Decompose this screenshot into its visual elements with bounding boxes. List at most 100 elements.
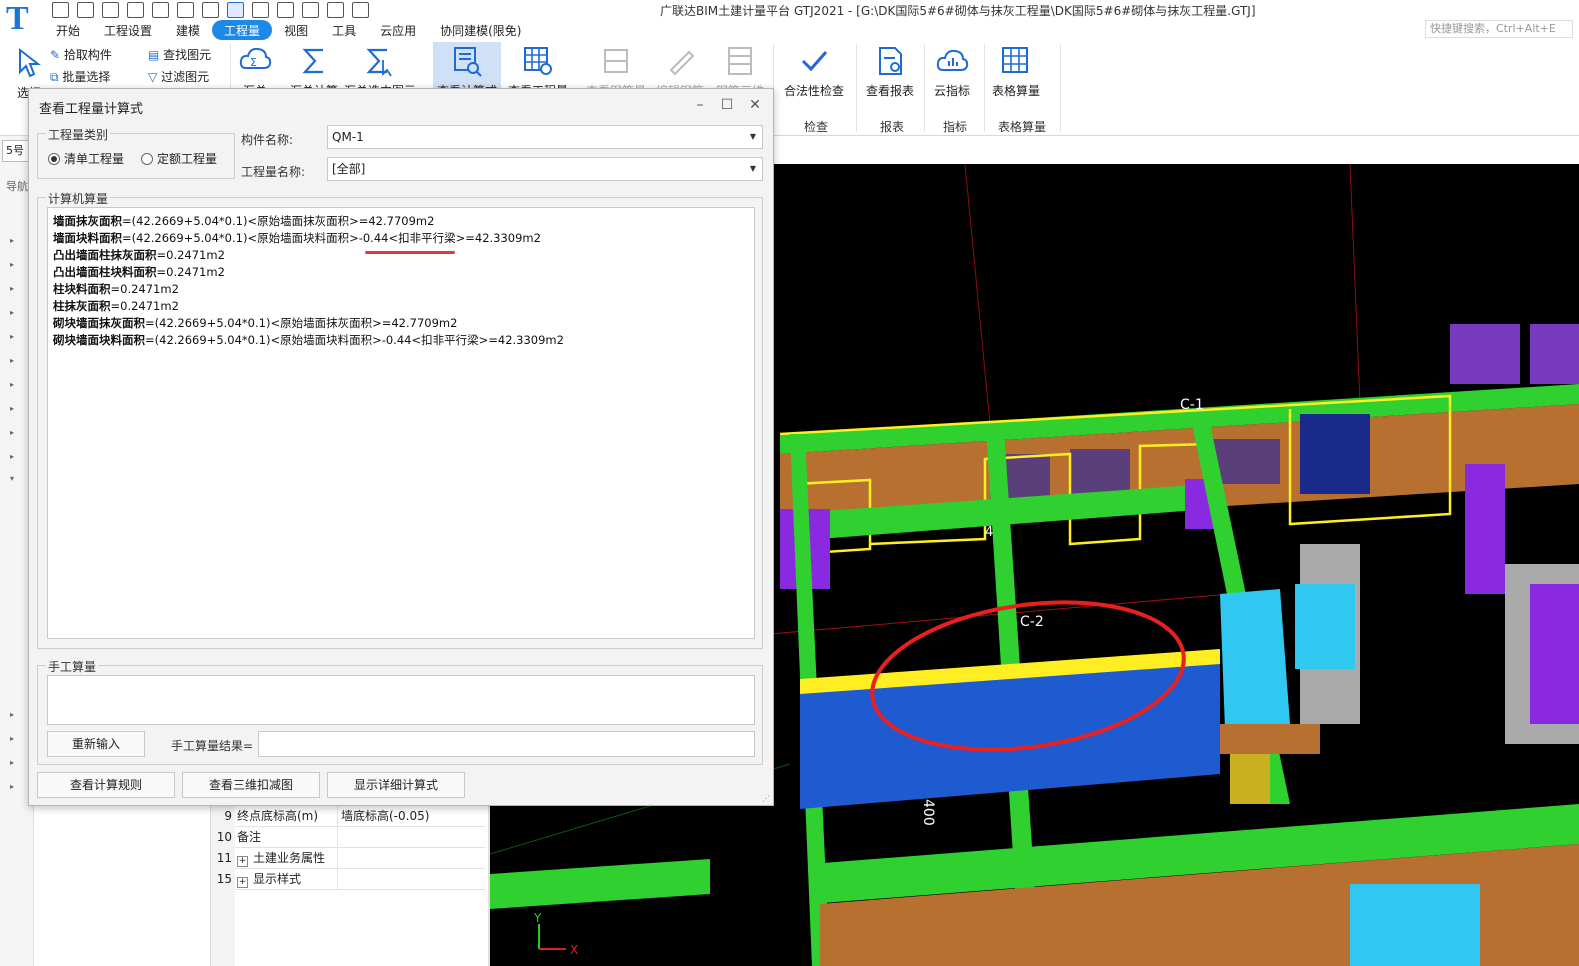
sigma-cursor-icon (366, 48, 392, 77)
menu-start[interactable]: 开始 (44, 20, 92, 40)
tree-expand-icon[interactable]: ▸ (10, 452, 14, 461)
tree-expand-icon[interactable]: ▸ (10, 404, 14, 413)
menu-quantity[interactable]: 工程量 (212, 20, 273, 40)
radio-selected-icon (48, 153, 60, 165)
grid-icon[interactable] (252, 2, 269, 18)
menu-collab[interactable]: 协同建模(限免) (428, 20, 533, 40)
tree-expand-icon[interactable]: ▸ (10, 236, 14, 245)
manual-result-field[interactable] (258, 731, 755, 757)
find-element-button[interactable]: ▤ 查找图元 (148, 46, 211, 63)
menu-project-settings[interactable]: 工程设置 (92, 20, 164, 40)
resize-grip-icon[interactable]: ⋰ (762, 794, 770, 803)
tree-expand-icon[interactable]: ▸ (10, 284, 14, 293)
maximize-icon[interactable]: ☐ (717, 95, 737, 115)
axis-x-label: X (570, 943, 578, 957)
tree-expand-icon[interactable]: ▸ (10, 758, 14, 767)
group-label-check: 检查 (804, 120, 829, 134)
menu-modeling[interactable]: 建模 (164, 20, 212, 40)
app-logo: T (6, 0, 29, 37)
cloud-sum-icon: Σ (239, 47, 272, 69)
open-folder-icon[interactable] (102, 2, 119, 18)
title-bar: T 广联达BIM土建计量平台 GTJ2021 - [G:\DK国际5#6#砌体与… (0, 0, 1579, 40)
sigma-icon (302, 48, 323, 74)
show-detail-formula-button[interactable]: 显示详细计算式 (327, 772, 465, 798)
edit-icon[interactable] (302, 2, 319, 18)
menu-tools[interactable]: 工具 (320, 20, 368, 40)
minimize-icon[interactable]: – (690, 95, 710, 115)
view-report-button[interactable]: 查看报表 (866, 44, 914, 99)
quantity-name-select[interactable]: [全部] ▼ (327, 157, 763, 181)
tree-expand-icon[interactable]: ▸ (10, 428, 14, 437)
calc-line: 砌块墙面块料面积=(42.2669+5.04*0.1)<原始墙面块料面积>-0.… (53, 333, 564, 347)
upload-icon[interactable] (52, 2, 69, 18)
tree-expand-icon[interactable]: ▸ (10, 782, 14, 791)
radio-unselected-icon (141, 153, 153, 165)
axis-y-label: Y (533, 911, 542, 925)
component-name-label: 构件名称: (241, 133, 294, 147)
formula-view-icon (454, 47, 482, 77)
close-icon[interactable]: ✕ (745, 95, 765, 115)
sum-icon[interactable] (202, 2, 219, 18)
view-calc-rules-button[interactable]: 查看计算规则 (37, 772, 175, 798)
legality-check-button[interactable]: 合法性检查 (784, 44, 844, 99)
table-row[interactable]: 10 备注 (211, 827, 485, 848)
calc-formula-icon[interactable] (227, 2, 244, 18)
radio-list-quantity[interactable]: 清单工程量 (48, 150, 124, 167)
expand-plus-icon[interactable]: + (237, 856, 248, 867)
expand-plus-icon[interactable]: + (237, 877, 248, 888)
menu-view[interactable]: 视图 (272, 20, 320, 40)
pen-icon (669, 50, 695, 76)
rebar-icon[interactable] (327, 2, 344, 18)
pick-icon: ✎ (50, 48, 61, 62)
calc-line: 柱抹灰面积=0.2471m2 (53, 299, 179, 313)
quick-access-toolbar (52, 2, 369, 18)
calc-line: 墙面抹灰面积=(42.2669+5.04*0.1)<原始墙面抹灰面积>=42.7… (53, 214, 435, 228)
pick-component-button[interactable]: ✎ 拾取构件 (50, 46, 112, 63)
quick-search-input[interactable]: 快捷键搜索，Ctrl+Alt+E (1425, 20, 1573, 38)
menu-cloud[interactable]: 云应用 (368, 20, 428, 40)
undo-icon[interactable] (152, 2, 169, 18)
ribbon-separator (984, 44, 985, 132)
annotation-underline (365, 251, 455, 254)
axis-label-c2: C-2 (1020, 614, 1044, 630)
tree-expand-icon[interactable]: ▸ (10, 260, 14, 269)
cloud-indicator-button[interactable]: 云指标 (934, 44, 970, 99)
radio-quota-quantity[interactable]: 定额工程量 (141, 150, 217, 167)
table-search-icon (524, 47, 552, 75)
dialog-title: 查看工程量计算式 (39, 102, 144, 117)
group-label-report: 报表 (880, 120, 905, 134)
manual-calc-input[interactable] (47, 675, 755, 725)
table-edit-icon (1002, 47, 1028, 73)
save-icon[interactable] (127, 2, 144, 18)
tree-collapse-icon[interactable]: ▾ (10, 474, 14, 483)
tree-expand-icon[interactable]: ▸ (10, 710, 14, 719)
tree-expand-icon[interactable]: ▸ (10, 380, 14, 389)
tree-expand-icon[interactable]: ▸ (10, 332, 14, 341)
calc-line: 凸出墙面柱抹灰面积=0.2471m2 (53, 248, 225, 262)
component-name-select[interactable]: QM-1 ▼ (327, 125, 763, 149)
tree-expand-icon[interactable]: ▸ (10, 308, 14, 317)
calc-line: 凸出墙面柱块料面积=0.2471m2 (53, 265, 225, 279)
new-file-icon[interactable] (77, 2, 94, 18)
redo-icon[interactable] (177, 2, 194, 18)
grid-alt-icon[interactable] (277, 2, 294, 18)
batch-select-button[interactable]: ⧉ 批量选择 (50, 68, 110, 85)
calc-formula-text-area[interactable]: 墙面抹灰面积=(42.2669+5.04*0.1)<原始墙面抹灰面积>=42.7… (47, 207, 755, 639)
filter-icon: ▽ (148, 70, 158, 84)
menu-bar: 开始 工程设置 建模 工程量 视图 工具 云应用 协同建模(限免) (44, 20, 533, 40)
nav-label: 导航 (6, 180, 28, 193)
table-calc-button[interactable]: 表格算量 (992, 44, 1040, 99)
table-row[interactable]: 15 + 显示样式 (211, 869, 485, 890)
find-icon: ▤ (148, 48, 160, 62)
tree-expand-icon[interactable]: ▸ (10, 356, 14, 365)
quantity-name-label: 工程量名称: (241, 165, 306, 179)
table-row[interactable]: 11 + 土建业务属性 (211, 848, 485, 869)
window-title: 广联达BIM土建计量平台 GTJ2021 - [G:\DK国际5#6#砌体与抹灰… (660, 4, 1256, 18)
sync-icon[interactable] (352, 2, 369, 18)
tree-expand-icon[interactable]: ▸ (10, 734, 14, 743)
filter-element-button[interactable]: ▽ 过滤图元 (148, 68, 209, 85)
checkmark-icon (801, 51, 828, 72)
table-row[interactable]: 9 终点底标高(m) 墙底标高(-0.05) (211, 806, 485, 827)
view-3d-deduction-button[interactable]: 查看三维扣减图 (182, 772, 320, 798)
reenter-button[interactable]: 重新输入 (47, 731, 145, 757)
